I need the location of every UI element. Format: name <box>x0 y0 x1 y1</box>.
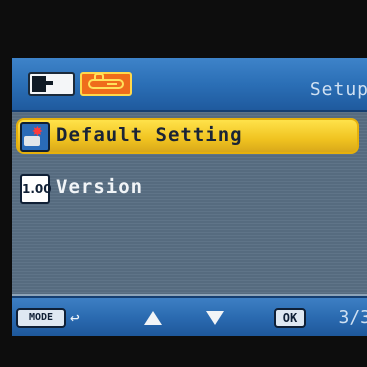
menu-item-label: Default Setting <box>56 124 243 146</box>
footer-bar: MODE ↩ OK 3/3 <box>12 296 367 336</box>
wrench-icon <box>88 73 124 89</box>
default-setting-icon <box>20 120 50 152</box>
menu-item-default-setting[interactable]: Default Setting <box>12 118 367 156</box>
version-icon: 1.00 <box>20 174 52 204</box>
ok-button[interactable]: OK <box>274 308 306 328</box>
menu-item-version[interactable]: 1.00 Version <box>12 170 367 208</box>
mode-button[interactable]: MODE <box>16 308 66 328</box>
back-arrow-icon: ↩ <box>70 308 80 327</box>
screen-title: Setup <box>309 79 367 100</box>
camera-screen: Setup Default Setting 1.00 Version MODE … <box>12 58 367 336</box>
down-arrow-icon[interactable] <box>206 311 224 325</box>
video-tab-icon[interactable] <box>28 72 75 96</box>
menu-list: Default Setting 1.00 Version <box>12 112 367 294</box>
up-arrow-icon[interactable] <box>144 311 162 325</box>
header-bar: Setup <box>12 58 367 112</box>
menu-item-label: Version <box>56 176 144 198</box>
page-indicator: 3/3 <box>338 307 367 328</box>
setup-tab[interactable] <box>80 72 132 96</box>
